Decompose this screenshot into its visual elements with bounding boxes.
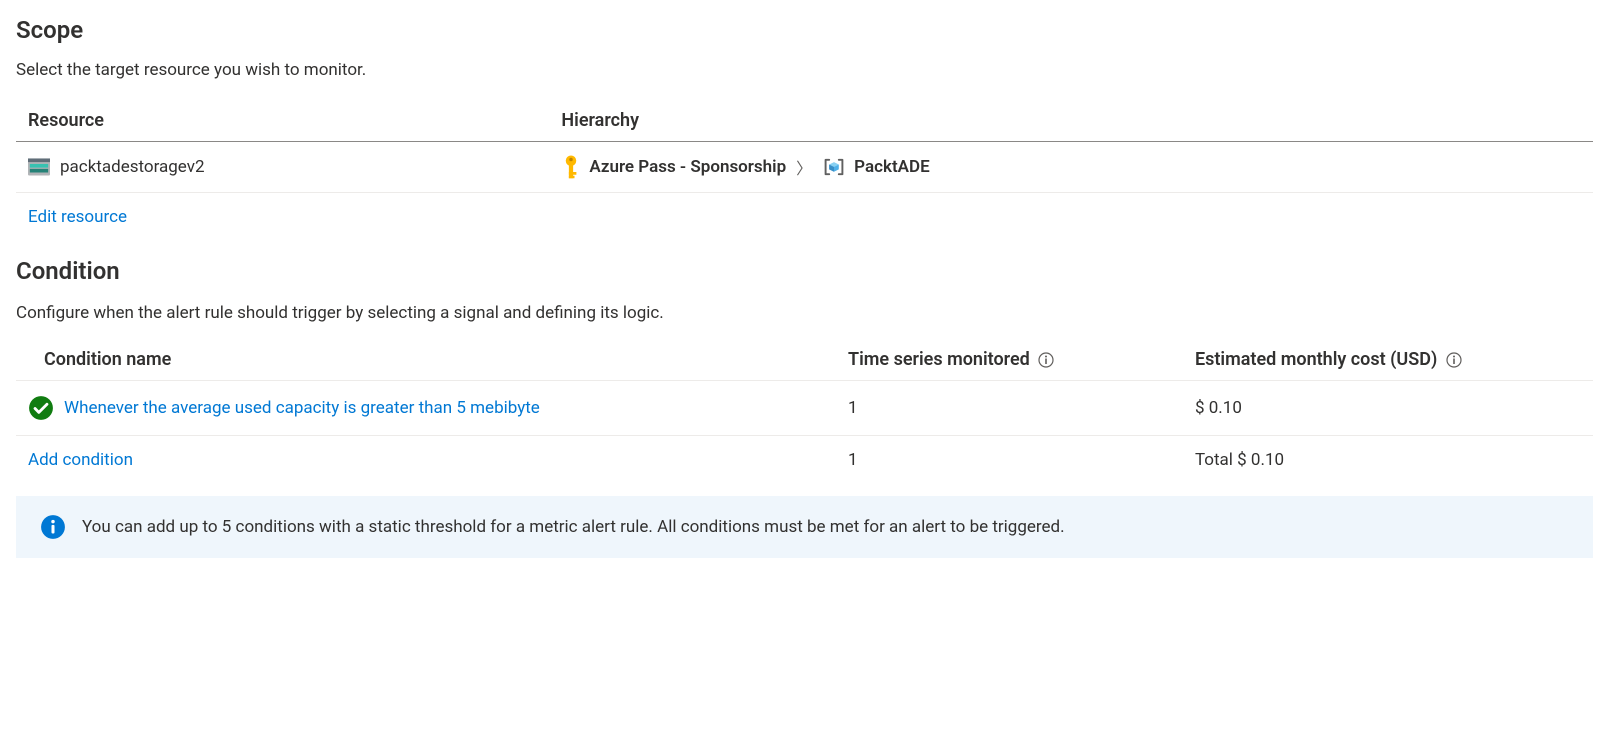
info-icon[interactable] xyxy=(1038,352,1054,368)
info-icon[interactable] xyxy=(1446,352,1462,368)
info-banner: You can add up to 5 conditions with a st… xyxy=(16,496,1593,558)
resource-name: packtadestoragev2 xyxy=(60,157,205,177)
storage-account-icon xyxy=(28,156,50,178)
info-banner-text: You can add up to 5 conditions with a st… xyxy=(82,517,1065,537)
scope-header-resource: Resource xyxy=(16,100,549,142)
condition-title: Condition xyxy=(16,257,1593,285)
condition-header-timeseries: Time series monitored xyxy=(836,339,1183,381)
condition-table: Condition name Time series monitored Est… xyxy=(16,339,1593,484)
condition-timeseries-value: 1 xyxy=(836,380,1183,435)
condition-header-name: Condition name xyxy=(16,339,836,381)
total-cost: Total $ 0.10 xyxy=(1183,435,1593,484)
resource-group-icon xyxy=(822,155,846,179)
edit-resource-link[interactable]: Edit resource xyxy=(28,207,127,227)
scope-title: Scope xyxy=(16,16,1593,44)
scope-table: Resource Hierarchy xyxy=(16,100,1593,193)
condition-footer-row: Add condition 1 Total $ 0.10 xyxy=(16,435,1593,484)
condition-description: Configure when the alert rule should tri… xyxy=(16,301,746,327)
check-circle-icon xyxy=(28,395,54,421)
condition-header-cost: Estimated monthly cost (USD) xyxy=(1183,339,1593,381)
chevron-right-icon: 〉 xyxy=(796,155,812,179)
condition-section: Condition Configure when the alert rule … xyxy=(16,257,1593,558)
condition-row: Whenever the average used capacity is gr… xyxy=(16,380,1593,435)
condition-name-link[interactable]: Whenever the average used capacity is gr… xyxy=(64,398,540,418)
scope-header-hierarchy: Hierarchy xyxy=(549,100,1593,142)
info-circle-icon xyxy=(40,514,66,540)
scope-resource-row: packtadestoragev2 xyxy=(16,142,1593,193)
key-icon xyxy=(561,154,581,180)
resource-group-name: PacktADE xyxy=(854,157,930,177)
total-timeseries: 1 xyxy=(836,435,1183,484)
condition-cost-value: $ 0.10 xyxy=(1183,380,1593,435)
scope-section: Scope Select the target resource you wis… xyxy=(16,16,1593,227)
subscription-name: Azure Pass - Sponsorship xyxy=(589,157,786,177)
add-condition-link[interactable]: Add condition xyxy=(28,450,133,470)
scope-description: Select the target resource you wish to m… xyxy=(16,60,1593,80)
